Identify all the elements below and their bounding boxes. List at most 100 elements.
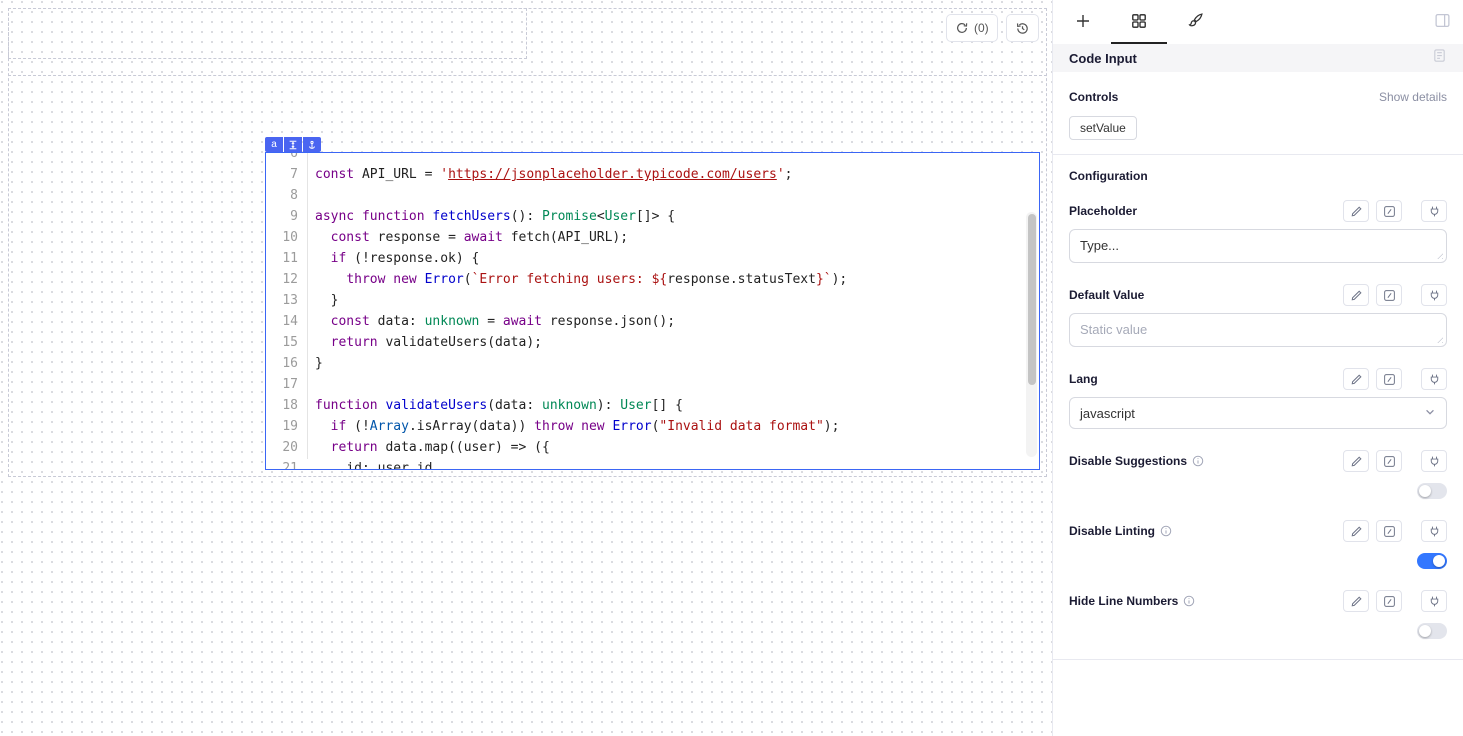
- property-panel: Code Input Controls Show details setValu…: [1052, 0, 1463, 736]
- configuration-title: Configuration: [1069, 169, 1447, 183]
- code-line: 19 if (!Array.isArray(data)) throw new E…: [266, 416, 1039, 437]
- binding-button[interactable]: [1421, 450, 1447, 472]
- line-number: 12: [266, 269, 307, 290]
- code-text: if (!Array.isArray(data)) throw new Erro…: [307, 416, 839, 437]
- widget-name-chip[interactable]: a: [265, 137, 283, 152]
- line-number: 6: [266, 152, 307, 164]
- controls-section: Controls Show details setValue: [1053, 72, 1463, 154]
- code-line: 11 if (!response.ok) {: [266, 248, 1039, 269]
- refresh-queries-button[interactable]: (0): [946, 14, 998, 42]
- edit-button[interactable]: [1343, 590, 1369, 612]
- code-line: 14 const data: unknown = await response.…: [266, 311, 1039, 332]
- disable-linting-toggle[interactable]: [1417, 553, 1447, 569]
- property-label: Disable Suggestions: [1069, 454, 1204, 468]
- show-details-link[interactable]: Show details: [1379, 90, 1447, 104]
- code-text: function validateUsers(data: unknown): U…: [307, 395, 683, 416]
- plug-icon: [1428, 525, 1441, 538]
- expression-button[interactable]: [1376, 368, 1402, 390]
- default-value-input[interactable]: Static value: [1069, 313, 1447, 347]
- info-icon: [1192, 455, 1204, 467]
- plus-icon: [1075, 13, 1091, 32]
- toggle-knob: [1419, 485, 1431, 497]
- plug-icon: [1428, 373, 1441, 386]
- line-number: 11: [266, 248, 307, 269]
- configuration-section: Configuration PlaceholderType...Default …: [1053, 155, 1463, 639]
- code-line: 9async function fetchUsers(): Promise<Us…: [266, 206, 1039, 227]
- placeholder-input[interactable]: Type...: [1069, 229, 1447, 263]
- component-header: Code Input: [1053, 44, 1463, 72]
- code-text: throw new Error(`Error fetching users: $…: [307, 269, 847, 290]
- binding-button[interactable]: [1421, 200, 1447, 222]
- code-box-icon: [1383, 205, 1396, 218]
- edit-button[interactable]: [1343, 284, 1369, 306]
- canvas-toolbar: (0): [946, 14, 1039, 42]
- expression-button[interactable]: [1376, 520, 1402, 542]
- panel-collapse-button[interactable]: [1434, 12, 1451, 32]
- pencil-icon: [1350, 595, 1363, 608]
- field-lang: Lang javascript: [1069, 367, 1447, 429]
- line-number: 15: [266, 332, 307, 353]
- code-line: 6: [266, 152, 1039, 164]
- edit-button[interactable]: [1343, 520, 1369, 542]
- anchor-icon[interactable]: [303, 137, 321, 152]
- edit-button[interactable]: [1343, 368, 1369, 390]
- plug-icon: [1428, 205, 1441, 218]
- info-icon: [1183, 595, 1195, 607]
- scrollbar-track[interactable]: [1026, 212, 1037, 457]
- setvalue-action-button[interactable]: setValue: [1069, 116, 1137, 140]
- refresh-count: (0): [974, 21, 989, 35]
- tab-properties[interactable]: [1111, 0, 1167, 44]
- docs-icon[interactable]: [1432, 48, 1447, 68]
- disable-suggestions-toggle[interactable]: [1417, 483, 1447, 499]
- scrollbar-thumb[interactable]: [1028, 214, 1036, 385]
- history-button[interactable]: [1006, 14, 1039, 42]
- code-editor[interactable]: 67const API_URL = 'https://jsonplacehold…: [266, 152, 1039, 459]
- code-text: if (!response.ok) {: [307, 248, 479, 269]
- property-label: Hide Line Numbers: [1069, 594, 1195, 608]
- code-line: 12 throw new Error(`Error fetching users…: [266, 269, 1039, 290]
- line-number: 18: [266, 395, 307, 416]
- pencil-icon: [1350, 455, 1363, 468]
- editor-canvas[interactable]: (0) a 67const API_URL = 'https://jsonpla…: [0, 0, 1052, 736]
- widget-selection-tag[interactable]: a: [265, 137, 321, 152]
- code-box-icon: [1383, 525, 1396, 538]
- code-input-widget[interactable]: 67const API_URL = 'https://jsonplacehold…: [265, 152, 1040, 470]
- hide-line-numbers-toggle[interactable]: [1417, 623, 1447, 639]
- edit-button[interactable]: [1343, 200, 1369, 222]
- edit-button[interactable]: [1343, 450, 1369, 472]
- history-icon: [1015, 21, 1030, 36]
- code-line: 13 }: [266, 290, 1039, 311]
- expression-button[interactable]: [1376, 200, 1402, 222]
- component-title: Code Input: [1069, 51, 1137, 66]
- height-mode-icon[interactable]: [284, 137, 302, 152]
- pencil-icon: [1350, 289, 1363, 302]
- binding-button[interactable]: [1421, 590, 1447, 612]
- property-label: Lang: [1069, 372, 1098, 386]
- pencil-icon: [1350, 205, 1363, 218]
- expression-button[interactable]: [1376, 284, 1402, 306]
- expression-button[interactable]: [1376, 590, 1402, 612]
- binding-button[interactable]: [1421, 368, 1447, 390]
- expression-button[interactable]: [1376, 450, 1402, 472]
- binding-button[interactable]: [1421, 284, 1447, 306]
- tab-insert[interactable]: [1055, 0, 1111, 44]
- toggle-knob: [1419, 625, 1431, 637]
- plug-icon: [1428, 595, 1441, 608]
- field-disable-linting: Disable Linting: [1069, 519, 1447, 569]
- section-divider-bottom: [1053, 659, 1463, 660]
- info-icon: [1160, 525, 1172, 537]
- toggle-knob: [1433, 555, 1445, 567]
- code-line: 10 const response = await fetch(API_URL)…: [266, 227, 1039, 248]
- line-number: 7: [266, 164, 307, 185]
- code-line: 21 id: user.id,: [266, 458, 1039, 470]
- code-text: return validateUsers(data);: [307, 332, 542, 353]
- code-text: [307, 152, 315, 164]
- code-box-icon: [1383, 595, 1396, 608]
- code-box-icon: [1383, 455, 1396, 468]
- binding-button[interactable]: [1421, 520, 1447, 542]
- pencil-icon: [1350, 525, 1363, 538]
- lang-select[interactable]: javascript: [1069, 397, 1447, 429]
- code-box-icon: [1383, 289, 1396, 302]
- tab-styles[interactable]: [1167, 0, 1223, 44]
- line-number: 19: [266, 416, 307, 437]
